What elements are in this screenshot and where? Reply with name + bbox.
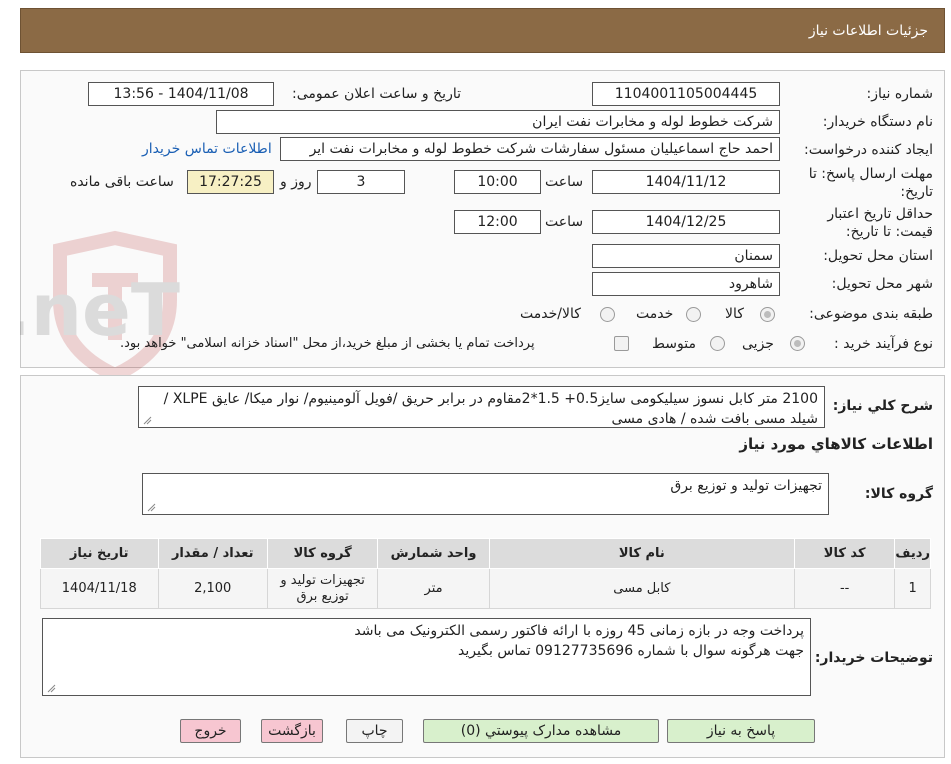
need-number-label: شماره نیاز: bbox=[866, 86, 934, 102]
buyer-field: شرکت خطوط لوله و مخابرات نفت ایران bbox=[216, 110, 780, 134]
category-label: طبقه بندی موضوعی: bbox=[809, 306, 933, 322]
city-label: شهر محل تحویل: bbox=[831, 276, 933, 292]
cell-quantity: 2,100 bbox=[157, 568, 268, 609]
cell-code: -- bbox=[793, 568, 896, 609]
respond-button[interactable]: پاسخ به نیاز bbox=[667, 719, 815, 743]
province-label: استان محل تحویل: bbox=[823, 248, 933, 264]
announce-label: تاریخ و ساعت اعلان عمومی: bbox=[292, 86, 461, 102]
process-label: نوع فرآیند خرید : bbox=[834, 336, 933, 352]
summary-textarea: 2100 متر کابل نسوز سیلیکومی سایز0.5+ 1.5… bbox=[138, 386, 825, 428]
category-option-service: خدمت bbox=[636, 306, 674, 322]
category-option-goods: کالا bbox=[725, 306, 744, 322]
cell-name: کابل مسی bbox=[488, 568, 795, 609]
resize-grip-icon bbox=[143, 416, 152, 425]
table-row: 1 -- کابل مسی متر تجهیزات تولید و توزیع … bbox=[40, 568, 931, 609]
goods-group-value: تجهیزات تولید و توزیع برق bbox=[670, 478, 822, 494]
cell-need-date: 1404/11/18 bbox=[40, 568, 159, 609]
goods-group-textarea: تجهیزات تولید و توزیع برق bbox=[142, 473, 829, 515]
summary-label: شرح کلي نياز: bbox=[832, 398, 933, 414]
validity-label-date: قیمت: تا تاریخ: bbox=[845, 224, 933, 240]
page-title: جزئیات اطلاعات نیاز bbox=[808, 22, 928, 39]
validity-time-label: ساعت bbox=[545, 214, 584, 230]
col-header-need-date: تاریخ نیاز bbox=[40, 538, 159, 569]
col-header-quantity: تعداد / مقدار bbox=[157, 538, 268, 569]
view-attachments-button[interactable]: مشاهده مدارک پیوستي (0) bbox=[423, 719, 659, 743]
page-header: جزئیات اطلاعات نیاز bbox=[20, 8, 945, 53]
col-header-unit: واحد شمارش bbox=[377, 538, 490, 569]
category-radio-service[interactable] bbox=[686, 307, 701, 322]
buyer-contact-link[interactable]: اطلاعات تماس خریدار bbox=[142, 141, 272, 157]
announce-datetime-field: 1404/11/08 - 13:56 bbox=[88, 82, 274, 106]
col-header-row-num: ردیف bbox=[894, 538, 931, 569]
days-label: روز و bbox=[280, 174, 312, 190]
process-radio-minor[interactable] bbox=[790, 336, 805, 351]
resize-grip-icon bbox=[47, 684, 56, 693]
need-number-field: 1104001105004445 bbox=[592, 82, 780, 106]
cell-row-num: 1 bbox=[894, 568, 931, 609]
days-remaining-field: 3 bbox=[317, 170, 405, 194]
print-button[interactable]: چاپ bbox=[346, 719, 403, 743]
validity-time-field: 12:00 bbox=[454, 210, 541, 234]
deadline-time-field: 10:00 bbox=[454, 170, 541, 194]
province-field: سمنان bbox=[592, 244, 780, 268]
buyer-notes-line-1: پرداخت وجه در بازه زمانی 45 روزه با ارائ… bbox=[354, 623, 804, 639]
table-header-row: ردیف کد کالا نام کالا واحد شمارش گروه کا… bbox=[40, 538, 931, 569]
creator-field: احمد حاج اسماعیلیان مسئول سفارشات شرکت خ… bbox=[280, 137, 780, 161]
validity-label: حداقل تاریخ اعتبار bbox=[827, 206, 933, 222]
goods-section-title: اطلاعات کالاهاي مورد نياز bbox=[739, 435, 933, 453]
goods-table: ردیف کد کالا نام کالا واحد شمارش گروه کا… bbox=[40, 538, 931, 609]
buyer-notes-line-2: جهت هرگونه سوال با شماره 09127735696 تما… bbox=[458, 643, 804, 659]
city-field: شاهرود bbox=[592, 272, 780, 296]
back-button[interactable]: بازگشت bbox=[261, 719, 323, 743]
process-option-medium: متوسط bbox=[652, 336, 696, 352]
remaining-time-field: 17:27:25 bbox=[187, 170, 274, 194]
process-radio-medium[interactable] bbox=[710, 336, 725, 351]
buyer-notes-textarea: پرداخت وجه در بازه زمانی 45 روزه با ارائ… bbox=[42, 618, 811, 696]
deadline-label-date: تاریخ: bbox=[900, 184, 933, 200]
col-header-code: کد کالا bbox=[793, 538, 896, 569]
buyer-label: نام دستگاه خریدار: bbox=[822, 114, 933, 130]
category-radio-goods-service[interactable] bbox=[600, 307, 615, 322]
goods-group-label: گروه کالا: bbox=[864, 486, 933, 502]
creator-label: ایجاد کننده درخواست: bbox=[804, 142, 933, 158]
col-header-name: نام کالا bbox=[488, 538, 795, 569]
payment-note: پرداخت تمام یا بخشی از مبلغ خرید،از محل … bbox=[120, 336, 535, 351]
cell-group: تجهیزات تولید و توزیع برق bbox=[266, 568, 379, 609]
deadline-date-field: 1404/11/12 bbox=[592, 170, 780, 194]
resize-grip-icon bbox=[147, 503, 156, 512]
category-radio-goods[interactable] bbox=[760, 307, 775, 322]
cell-unit: متر bbox=[377, 568, 490, 609]
process-option-minor: جزیی bbox=[742, 336, 774, 352]
remaining-time-label: ساعت باقی مانده bbox=[70, 174, 174, 190]
buyer-notes-label: توضیحات خریدار: bbox=[814, 650, 933, 666]
col-header-group: گروه کالا bbox=[266, 538, 379, 569]
summary-text: 2100 متر کابل نسوز سیلیکومی سایز0.5+ 1.5… bbox=[163, 391, 818, 427]
category-option-goods-service: کالا/خدمت bbox=[520, 306, 581, 322]
validity-date-field: 1404/12/25 bbox=[592, 210, 780, 234]
exit-button[interactable]: خروج bbox=[180, 719, 241, 743]
deadline-time-label: ساعت bbox=[545, 174, 584, 190]
deadline-label: مهلت ارسال پاسخ: تا bbox=[808, 166, 933, 182]
treasury-payment-checkbox[interactable] bbox=[614, 336, 629, 351]
